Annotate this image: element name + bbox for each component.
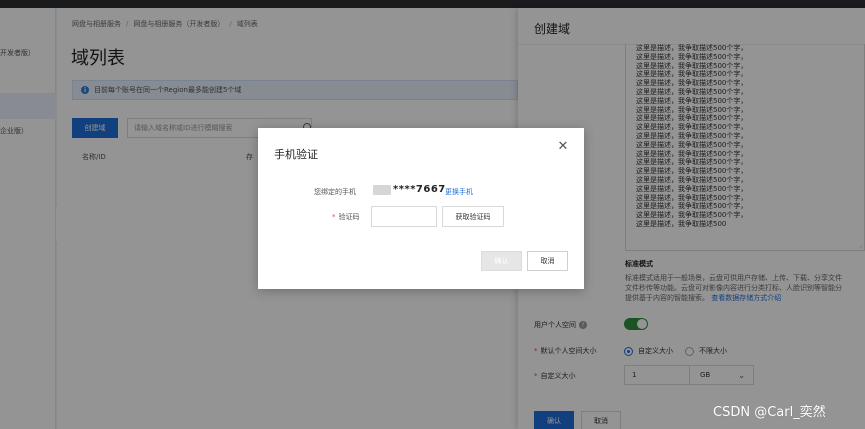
watermark: CSDN @Carl_奕然 <box>713 405 826 420</box>
required-mark: * <box>332 213 336 221</box>
phone-verify-dialog: 手机验证 ✕ 您绑定的手机 ****7667 更换手机 * 验证码 获取验证码 确… <box>258 128 584 289</box>
close-icon[interactable]: ✕ <box>556 140 570 154</box>
phone-number: ****7667 <box>393 184 446 195</box>
phone-blur <box>373 185 391 195</box>
code-label-text: 验证码 <box>338 213 360 221</box>
verification-code-input[interactable] <box>371 206 437 227</box>
dialog-cancel-button[interactable]: 取消 <box>527 251 568 271</box>
dialog-title: 手机验证 <box>274 148 318 161</box>
bound-phone-label: 您绑定的手机 <box>314 188 356 196</box>
code-label: * 验证码 <box>332 212 360 222</box>
change-phone-link[interactable]: 更换手机 <box>445 187 473 197</box>
dialog-confirm-button[interactable]: 确认 <box>481 251 522 271</box>
get-code-button[interactable]: 获取验证码 <box>442 206 504 227</box>
